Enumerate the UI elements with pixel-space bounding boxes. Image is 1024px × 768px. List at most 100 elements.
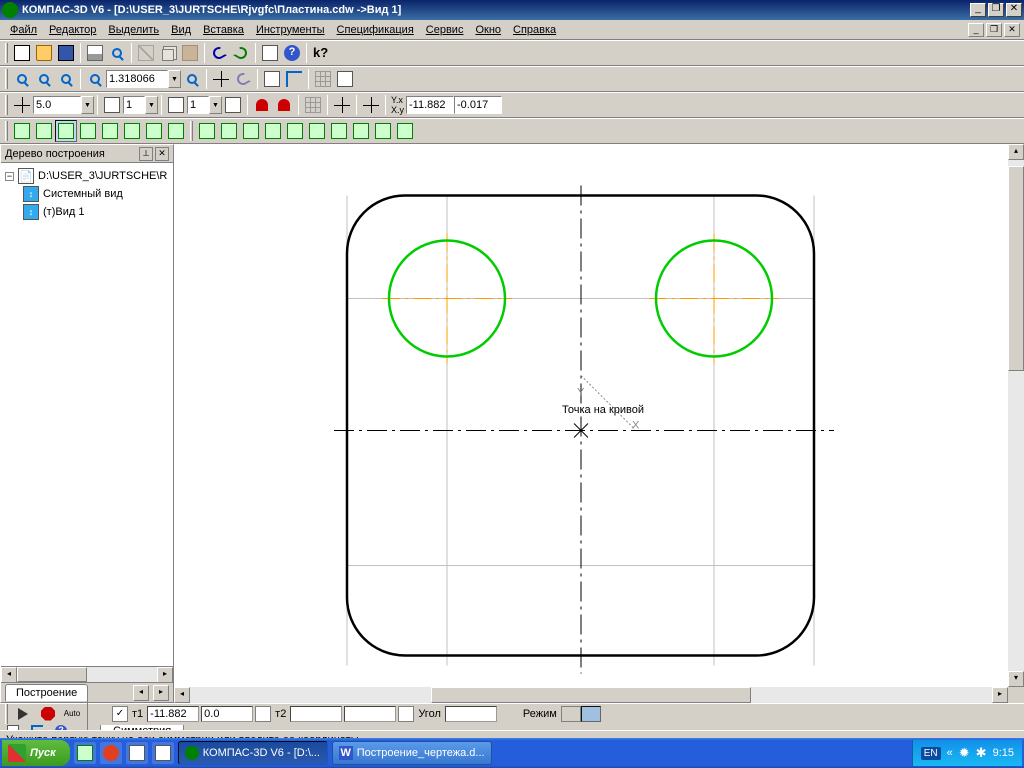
menu-view[interactable]: Вид	[165, 22, 197, 38]
taskbar-item-word[interactable]: W Построение_чертежа.d...	[332, 741, 492, 765]
grid-button[interactable]	[302, 94, 324, 116]
toolbar-grip[interactable]	[190, 121, 193, 141]
layer-combo[interactable]: ▼	[123, 96, 158, 114]
menu-spec[interactable]: Спецификация	[331, 22, 420, 38]
zoom-combo[interactable]: ▼	[106, 70, 181, 88]
tree-pin-button[interactable]: ⟂	[139, 147, 153, 161]
tray-icon-1[interactable]: «	[947, 747, 953, 759]
menu-insert[interactable]: Вставка	[197, 22, 250, 38]
drawing-canvas[interactable]: X Y Точка на кривой	[174, 144, 1008, 687]
taskbar-item-kompas[interactable]: КОМПАС-3D V6 - [D:\...	[178, 741, 328, 765]
tree-tab-build[interactable]: Построение	[5, 684, 88, 701]
local-cs-button[interactable]	[360, 94, 382, 116]
menu-service[interactable]: Сервис	[420, 22, 470, 38]
save-button[interactable]	[55, 42, 77, 64]
toolbar-grip[interactable]	[5, 69, 8, 89]
step-input[interactable]	[33, 96, 81, 114]
step-button[interactable]	[11, 94, 33, 116]
layer-dropdown[interactable]: ▼	[145, 96, 158, 114]
scroll-down-button[interactable]: ▾	[1008, 671, 1024, 687]
preview-button[interactable]	[106, 42, 128, 64]
scroll-right-button[interactable]: ▸	[157, 667, 173, 683]
zoom-fit-button[interactable]	[84, 68, 106, 90]
create-object-button[interactable]	[13, 703, 35, 725]
coord-y-input[interactable]	[454, 96, 502, 114]
dim-angle-button[interactable]	[33, 120, 55, 142]
snap-settings-button[interactable]	[273, 94, 295, 116]
menu-file[interactable]: Файл	[4, 22, 43, 38]
edit-rotate-button[interactable]	[218, 120, 240, 142]
maximize-button[interactable]: ❐	[988, 3, 1004, 17]
zoom-in-button[interactable]	[11, 68, 33, 90]
edit-trim-button[interactable]	[306, 120, 328, 142]
edit-break-button[interactable]	[350, 120, 372, 142]
minimize-button[interactable]: _	[970, 3, 986, 17]
redo-button[interactable]	[230, 42, 252, 64]
rotate-button[interactable]	[232, 68, 254, 90]
quicklaunch-mail[interactable]	[126, 742, 148, 764]
zoom-input[interactable]	[106, 70, 168, 88]
dim-diameter-button[interactable]	[99, 120, 121, 142]
tree-child-node[interactable]: ↕ (т)Вид 1	[23, 203, 169, 221]
variables-button[interactable]: ?	[281, 42, 303, 64]
print-button[interactable]	[84, 42, 106, 64]
menu-window[interactable]: Окно	[469, 22, 507, 38]
mdi-restore-button[interactable]: ❐	[986, 23, 1002, 37]
menu-edit[interactable]: Редактор	[43, 22, 102, 38]
style-button[interactable]	[165, 94, 187, 116]
language-indicator[interactable]: EN	[921, 747, 941, 760]
canvas-hscrollbar[interactable]: ◂ ▸	[174, 687, 1008, 703]
leader-button[interactable]	[121, 120, 143, 142]
edit-move-button[interactable]	[196, 120, 218, 142]
ortho-button[interactable]	[331, 94, 353, 116]
tree-hscrollbar[interactable]: ◂ ▸	[1, 666, 173, 682]
tree-root-node[interactable]: − 📄 D:\USER_3\JURTSCHE\R	[5, 167, 169, 185]
auto-button[interactable]: Auto	[61, 703, 83, 725]
text-button[interactable]	[143, 120, 165, 142]
tab-scroll-left[interactable]: ◂	[133, 685, 149, 701]
edit-copy-button[interactable]	[284, 120, 306, 142]
mdi-minimize-button[interactable]: _	[968, 23, 984, 37]
cut-button[interactable]	[135, 42, 157, 64]
toolbar-grip[interactable]	[5, 95, 8, 115]
close-button[interactable]: ✕	[1006, 3, 1022, 17]
copy-button[interactable]	[157, 42, 179, 64]
linestyle-button[interactable]	[222, 94, 244, 116]
edit-scale-button[interactable]	[240, 120, 262, 142]
pan-button[interactable]	[210, 68, 232, 90]
t2-checkbox[interactable]	[255, 706, 271, 722]
t1-y-input[interactable]	[201, 706, 253, 722]
toolbar-grip[interactable]	[5, 121, 8, 141]
scroll-left-button[interactable]: ◂	[1, 667, 17, 683]
canvas-vscrollbar[interactable]: ▴ ▾	[1008, 144, 1024, 687]
menu-select[interactable]: Выделить	[102, 22, 165, 38]
mode-keep-button[interactable]	[561, 706, 581, 722]
symmetry-button[interactable]	[55, 120, 77, 142]
quicklaunch-desktop[interactable]	[152, 742, 174, 764]
mode-delete-button[interactable]	[581, 706, 601, 722]
tray-icon-3[interactable]: ✱	[976, 745, 987, 761]
scroll-left-button[interactable]: ◂	[174, 687, 190, 703]
edit-fillet-button[interactable]	[372, 120, 394, 142]
t1-x-input[interactable]	[147, 706, 199, 722]
tray-icon-2[interactable]: ✹	[959, 745, 970, 761]
toolbar-grip[interactable]	[5, 43, 8, 63]
t2-x-input[interactable]	[290, 706, 342, 722]
zoom-prev-button[interactable]	[181, 68, 203, 90]
dim-linear-button[interactable]	[11, 120, 33, 142]
style-dropdown[interactable]: ▼	[209, 96, 222, 114]
step-dropdown[interactable]: ▼	[81, 96, 94, 114]
angle-input[interactable]	[445, 706, 497, 722]
edit-chamfer-button[interactable]	[394, 120, 416, 142]
refresh-button[interactable]	[261, 68, 283, 90]
paste-button[interactable]	[179, 42, 201, 64]
scroll-right-button[interactable]: ▸	[992, 687, 1008, 703]
angle-checkbox[interactable]	[398, 706, 414, 722]
redraw-button[interactable]	[283, 68, 305, 90]
zoom-dropdown[interactable]: ▼	[168, 70, 181, 88]
step-combo[interactable]: ▼	[33, 96, 94, 114]
tree-close-button[interactable]: ✕	[155, 147, 169, 161]
properties-button[interactable]	[259, 42, 281, 64]
style-combo[interactable]: ▼	[187, 96, 222, 114]
open-button[interactable]	[33, 42, 55, 64]
